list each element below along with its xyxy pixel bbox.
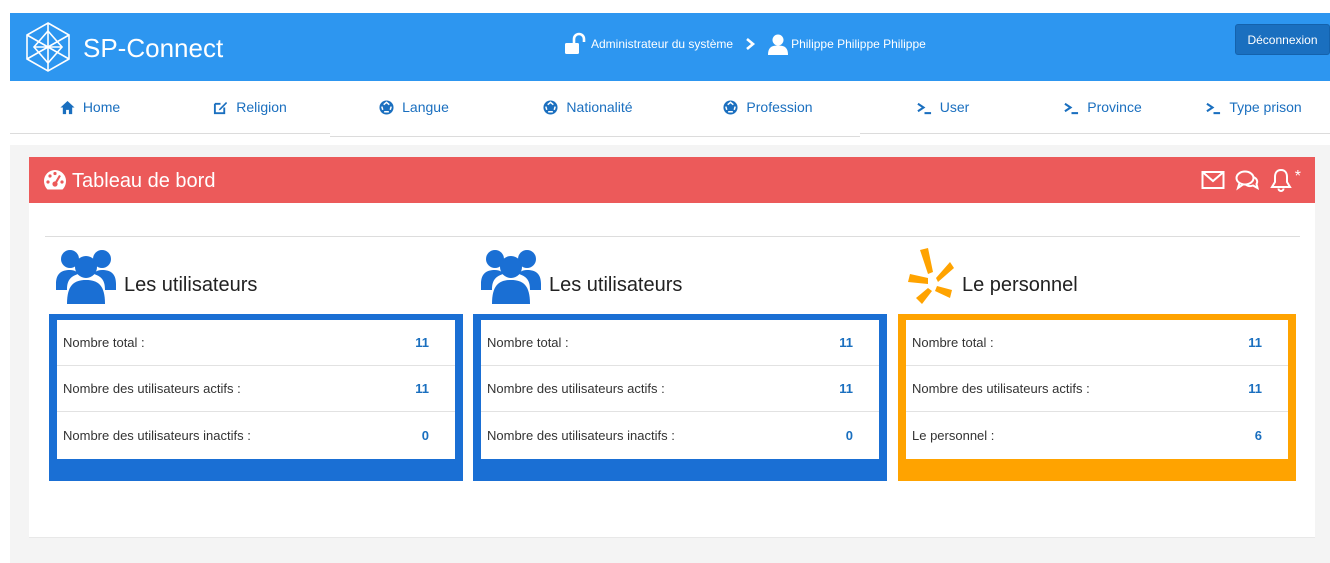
nav-item-type-prison[interactable]: Type prison (1178, 81, 1330, 133)
nav-underline (330, 136, 860, 137)
stats-table: Nombre total : 11 Nombre des utilisateur… (481, 320, 879, 459)
unlock-icon (565, 32, 586, 54)
stat-value: 0 (845, 427, 853, 443)
stat-label: Nombre des utilisateurs actifs : (487, 381, 665, 396)
stats-card-users: Nombre total : 11 Nombre des utilisateur… (473, 314, 887, 481)
user-icon (768, 34, 789, 55)
home-icon (60, 100, 75, 114)
stat-value: 11 (415, 381, 429, 396)
stat-value: 11 (839, 381, 853, 396)
stat-row: Nombre des utilisateurs actifs : 11 (906, 366, 1288, 412)
stats-card-users: Nombre total : 11 Nombre des utilisateur… (49, 314, 463, 481)
stat-label: Nombre des utilisateurs actifs : (912, 381, 1090, 396)
nav-item-religion[interactable]: Religion (170, 81, 330, 133)
stat-value: 11 (1248, 381, 1262, 396)
panel-title: Tableau de bord (72, 170, 216, 192)
recycle-icon (723, 99, 738, 115)
nav-item-province[interactable]: Province (1028, 81, 1178, 133)
stats-card-staff: Nombre total : 11 Nombre des utilisateur… (898, 314, 1296, 481)
stat-label: Nombre total : (912, 335, 994, 350)
nav-label: Province (1087, 99, 1142, 115)
panel-header: Tableau de bord * (29, 157, 1315, 203)
nav-label: Home (82, 99, 121, 115)
comments-icon[interactable] (1235, 168, 1259, 192)
nav-label: Religion (236, 99, 287, 115)
stat-label: Le personnel : (912, 427, 995, 443)
stat-value: 11 (1248, 335, 1262, 350)
edit-icon (214, 101, 228, 114)
logout-button[interactable]: Déconnexion (1235, 24, 1330, 55)
stat-label: Nombre des utilisateurs inactifs : (487, 427, 675, 443)
nav-underline (10, 133, 330, 134)
app-title[interactable]: SP-Connect (83, 33, 223, 64)
card-header: Les utilisateurs (56, 248, 356, 308)
stats-table: Nombre total : 11 Nombre des utilisateur… (906, 320, 1288, 459)
stat-value: 0 (421, 427, 429, 443)
recycle-icon (543, 99, 558, 115)
yelp-icon (908, 248, 954, 304)
card-header: Les utilisateurs (481, 248, 781, 308)
stat-value: 6 (1254, 427, 1262, 443)
panel-header-actions: * (1191, 168, 1301, 192)
nav-label: Langue (402, 99, 449, 115)
section-divider (45, 236, 1300, 237)
user-name[interactable]: Philippe Philippe Philippe (791, 37, 926, 51)
stat-label: Nombre total : (63, 335, 145, 350)
stats-table: Nombre total : 11 Nombre des utilisateur… (57, 320, 455, 459)
nav-label: Type prison (1229, 99, 1302, 115)
bell-icon[interactable] (1269, 168, 1293, 192)
card-title: Les utilisateurs (124, 274, 258, 296)
role-label[interactable]: Administrateur du système (591, 37, 733, 51)
nav-item-langue[interactable]: Langue (330, 81, 498, 133)
stat-value: 11 (415, 335, 429, 350)
terminal-icon (1064, 102, 1079, 114)
nav-label: User (939, 99, 970, 115)
dashboard-icon (44, 170, 66, 190)
main-nav: Home Religion Langue Nationalité Profess… (10, 81, 1330, 137)
logo-icon (26, 22, 70, 72)
breadcrumb: Administrateur du système Philippe Phili… (563, 27, 926, 61)
nav-underline (860, 133, 1330, 134)
notification-marker: * (1294, 168, 1301, 185)
stat-row: Nombre total : 11 (906, 320, 1288, 366)
stat-row: Nombre total : 11 (57, 320, 455, 366)
recycle-icon (379, 99, 394, 115)
nav-label: Profession (746, 99, 813, 115)
nav-item-home[interactable]: Home (10, 81, 170, 133)
chevron-right-icon (746, 38, 756, 50)
nav-label: Nationalité (566, 99, 633, 115)
stat-row: Nombre des utilisateurs inactifs : 0 (57, 412, 455, 458)
stat-row: Nombre total : 11 (481, 320, 879, 366)
users-icon (481, 250, 541, 304)
users-icon (56, 250, 116, 304)
card-title: Le personnel (962, 274, 1078, 296)
terminal-icon (917, 102, 931, 114)
card-header: Le personnel (906, 248, 1206, 308)
stat-row: Nombre des utilisateurs actifs : 11 (481, 366, 879, 412)
stat-value: 11 (839, 335, 853, 350)
stat-label: Nombre des utilisateurs actifs : (63, 381, 241, 396)
nav-item-nationalite[interactable]: Nationalité (498, 81, 678, 133)
stat-row: Nombre des utilisateurs inactifs : 0 (481, 412, 879, 458)
nav-item-user[interactable]: User (858, 81, 1028, 133)
card-title: Les utilisateurs (549, 274, 683, 296)
envelope-icon[interactable] (1201, 168, 1225, 192)
stat-row: Nombre des utilisateurs actifs : 11 (57, 366, 455, 412)
stat-label: Nombre total : (487, 335, 569, 350)
top-bar: SP-Connect Administrateur du système Phi… (10, 13, 1330, 81)
terminal-icon (1206, 102, 1221, 114)
panel-bottom-border (29, 537, 1315, 538)
stat-row: Le personnel : 6 (906, 412, 1288, 458)
nav-item-profession[interactable]: Profession (678, 81, 858, 133)
stat-label: Nombre des utilisateurs inactifs : (63, 427, 251, 443)
